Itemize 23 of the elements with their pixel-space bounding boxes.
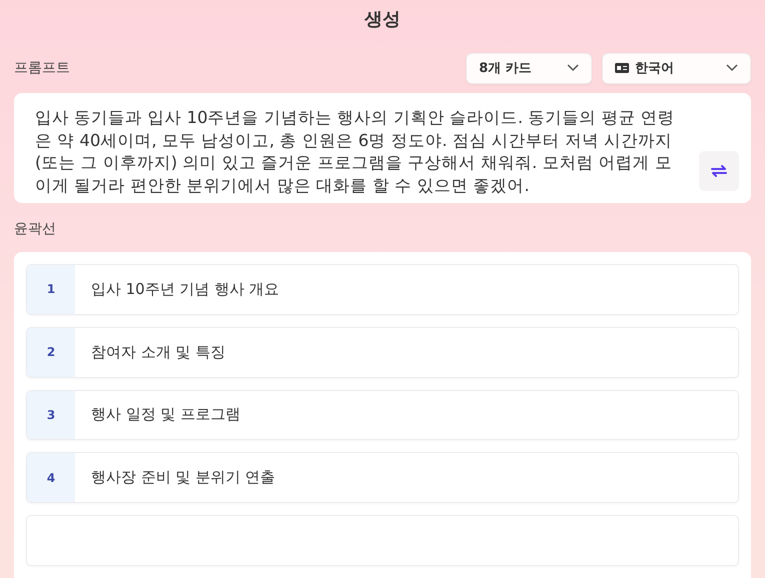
- regenerate-button[interactable]: [699, 151, 739, 191]
- prompt-field[interactable]: 입사 동기들과 입사 10주년을 기념하는 행사의 기획안 슬라이드. 동기들의 평균 연령은 약 40세이며, 모두 남성이고, 총 인원은 6명 정도야. 점심 시간부터 저녁 시간까지 (또는 그 이후까지) 의미 있고 즐거운 프로그램을 구상해서 채워줘. 모처럼 어렵게 모이게 될거라 편안한 분위기에서 많은 대화를 할 수 있으면 좋겠어.: [35, 107, 675, 197]
- outline-item[interactable]: 1 입사 10주년 기념 행사 개요: [26, 264, 739, 315]
- slide-number: 4: [27, 453, 75, 502]
- chevron-down-icon: [726, 64, 738, 72]
- outline-title: 행사 일정 및 프로그램: [90, 404, 240, 426]
- outline-title: 행사장 준비 및 분위기 연출: [90, 467, 276, 488]
- swap-arrows-icon: [710, 163, 728, 179]
- slide-number: 2: [27, 328, 75, 377]
- slide-number: 3: [27, 390, 75, 440]
- slide-number: 1: [27, 265, 75, 314]
- language-dropdown[interactable]: 한국어: [602, 52, 751, 84]
- outline-item[interactable]: 3 행사 일정 및 프로그램: [26, 390, 739, 440]
- language-icon: [615, 63, 629, 73]
- outline-title: 입사 10주년 기념 행사 개요: [90, 278, 280, 300]
- card-count-dropdown[interactable]: 8개 카드: [466, 52, 592, 84]
- chevron-down-icon: [567, 64, 579, 72]
- outline-item[interactable]: 4 행사장 준비 및 분위기 연출: [26, 452, 739, 504]
- outline-label: 윤곽선: [14, 220, 57, 238]
- page-title: 생성: [364, 8, 402, 32]
- outline-title: 참여자 소개 및 특징: [90, 342, 226, 363]
- outline-item[interactable]: 2 참여자 소개 및 특징: [26, 326, 739, 378]
- prompt-label: 프롬프트: [14, 59, 71, 77]
